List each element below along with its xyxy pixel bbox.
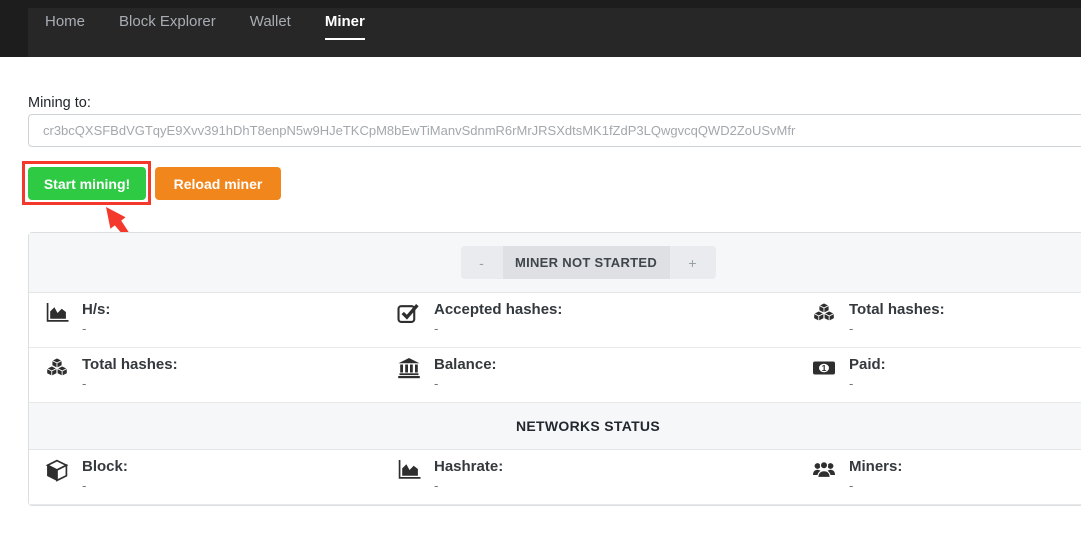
- stat-hashrate: Hashrate: -: [381, 450, 796, 504]
- check-square-icon: [396, 300, 422, 324]
- stat-accepted-hashes: Accepted hashes: -: [381, 293, 796, 347]
- mining-address-input[interactable]: [28, 114, 1081, 147]
- users-icon: [811, 457, 837, 481]
- stat-label: Paid:: [849, 355, 886, 374]
- cube-icon: [44, 457, 70, 482]
- stats-row-3: Block: - Hashrate: -: [29, 450, 1081, 505]
- cubes-icon: [811, 300, 837, 324]
- mining-to-label: Mining to:: [28, 95, 91, 111]
- stat-label: Miners:: [849, 457, 902, 476]
- miner-status-bar: - MINER NOT STARTED +: [29, 233, 1081, 293]
- networks-status-header: NETWORKS STATUS: [29, 403, 1081, 450]
- stat-value: -: [82, 478, 128, 494]
- stat-hs: H/s: -: [29, 293, 381, 347]
- area-chart-icon: [396, 457, 422, 481]
- stat-total-hashes: Total hashes: -: [796, 293, 1081, 347]
- decrease-threads-button[interactable]: -: [461, 246, 503, 279]
- stat-value: -: [434, 478, 503, 494]
- nav-tab-block-explorer[interactable]: Block Explorer: [102, 0, 233, 57]
- stats-row-1: H/s: - Accepted hashes: -: [29, 293, 1081, 348]
- stat-miners: Miners: -: [796, 450, 1081, 504]
- miner-stats-panel: - MINER NOT STARTED + H/s: -: [28, 232, 1081, 506]
- nav-tab-miner[interactable]: Miner: [308, 0, 382, 57]
- nav-tab-wallet[interactable]: Wallet: [233, 0, 308, 57]
- stat-block: Block: -: [29, 450, 381, 504]
- increase-threads-button[interactable]: +: [670, 246, 716, 279]
- nav-tabs: Home Block Explorer Wallet Miner: [28, 0, 382, 57]
- money-bill-icon: 1: [811, 355, 837, 379]
- stat-paid: 1 Paid: -: [796, 348, 1081, 402]
- miner-status-group: - MINER NOT STARTED +: [461, 246, 716, 279]
- stat-label: Hashrate:: [434, 457, 503, 476]
- stat-label: Total hashes:: [849, 300, 945, 319]
- miner-status-badge: MINER NOT STARTED: [503, 246, 670, 279]
- stat-value: -: [434, 321, 562, 337]
- start-mining-button[interactable]: Start mining!: [28, 167, 146, 200]
- stat-label: Accepted hashes:: [434, 300, 562, 319]
- cubes-icon: [44, 355, 70, 379]
- stat-total-hashes-2: Total hashes: -: [29, 348, 381, 402]
- stat-value: -: [82, 376, 178, 392]
- area-chart-icon: [44, 300, 70, 324]
- stat-value: -: [82, 321, 110, 337]
- stat-label: H/s:: [82, 300, 110, 319]
- stat-value: -: [849, 321, 945, 337]
- stat-value: -: [434, 376, 497, 392]
- nav-tab-home[interactable]: Home: [28, 0, 102, 57]
- stat-label: Total hashes:: [82, 355, 178, 374]
- top-navbar: Home Block Explorer Wallet Miner: [0, 0, 1081, 57]
- stat-label: Balance:: [434, 355, 497, 374]
- stat-value: -: [849, 376, 886, 392]
- reload-miner-button[interactable]: Reload miner: [155, 167, 281, 200]
- svg-text:1: 1: [822, 363, 827, 373]
- stat-balance: Balance: -: [381, 348, 796, 402]
- stat-label: Block:: [82, 457, 128, 476]
- stats-row-2: Total hashes: - Balance: -: [29, 348, 1081, 403]
- bank-icon: [396, 355, 422, 379]
- stat-value: -: [849, 478, 902, 494]
